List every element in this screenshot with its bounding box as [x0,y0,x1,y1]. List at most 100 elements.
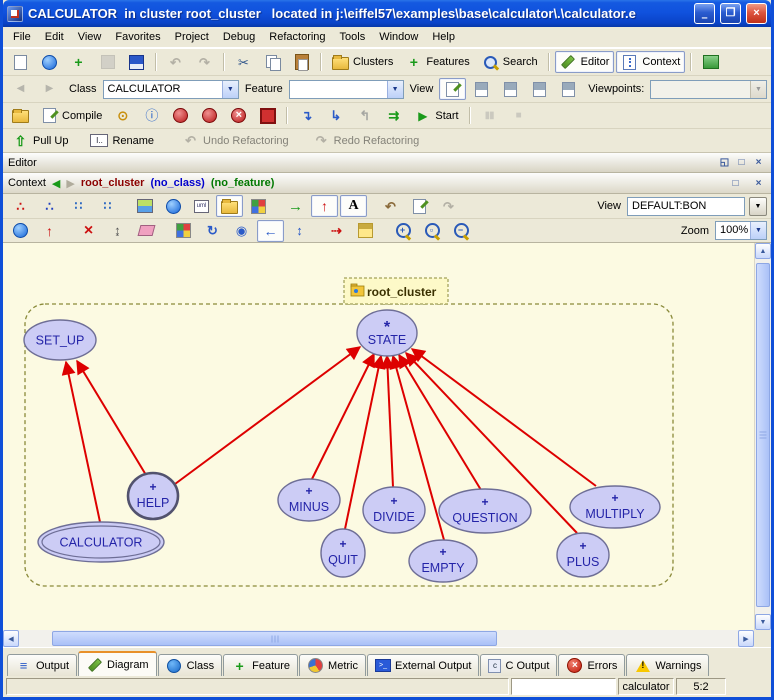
maximize-pane-icon[interactable]: □ [734,156,749,170]
paste-button[interactable] [288,51,315,73]
colors-button[interactable] [245,195,272,217]
close-pane-icon[interactable]: × [751,156,766,170]
class-node-multiply[interactable]: +MULTIPLY [570,486,660,528]
pull-up-button[interactable]: ⇧Pull Up [7,130,73,152]
view-interface-button[interactable] [555,78,582,100]
class-node-help[interactable]: +HELP [128,473,178,519]
compile-button[interactable]: Compile [36,105,107,127]
float-pane-icon[interactable]: ◱ [717,156,732,170]
client-supplier-tool-button[interactable]: → [282,195,309,217]
debug-run-button[interactable] [167,105,194,127]
create-inheritance-button[interactable]: ↑ [36,220,63,242]
menu-refactoring[interactable]: Refactoring [262,29,332,45]
clusters-button[interactable]: Clusters [327,51,398,73]
fill-colors-button[interactable] [170,220,197,242]
class-node-set_up[interactable]: SET_UP [24,320,96,360]
step-over-button[interactable]: ↳ [322,105,349,127]
cluster-layout-button[interactable]: ◉ [228,220,255,242]
horizontal-scroll-track[interactable] [19,630,738,647]
supplier-links-button[interactable]: ∷ [65,195,92,217]
save-all-button[interactable] [123,51,150,73]
vertical-scroll-thumb[interactable] [756,263,770,607]
rename-button[interactable]: I..Rename [85,131,159,150]
class-node-state[interactable]: *STATE [357,310,417,356]
diagram-view-dropdown-button[interactable]: ▼ [749,197,767,216]
view-flat-button[interactable] [468,78,495,100]
tab-feature[interactable]: +Feature [223,654,298,676]
relation-depth-button[interactable]: ⇢ [323,220,350,242]
cut-button[interactable]: ✂ [230,51,257,73]
step-into-button[interactable]: ↴ [293,105,320,127]
tab-external-output[interactable]: >_External Output [367,654,479,676]
open-button[interactable] [36,51,63,73]
breakpoints-button[interactable] [254,105,281,127]
zoom-fit-button[interactable]: ▫ [418,220,445,242]
export-image-button[interactable] [131,195,158,217]
class-node-minus[interactable]: +MINUS [278,479,340,521]
erase-button[interactable] [133,220,160,242]
layout-settings-button[interactable] [352,220,379,242]
menu-help[interactable]: Help [425,29,462,45]
minimize-button[interactable]: – [694,3,715,24]
text-tool-button[interactable]: A [340,195,367,217]
new-button[interactable] [7,51,34,73]
inheritance-arrow-help-to-state[interactable] [175,347,360,484]
tab-errors[interactable]: Errors [558,654,625,676]
menu-window[interactable]: Window [372,29,425,45]
context-back-icon[interactable]: ◀ [52,177,60,190]
horizontal-scroll-thumb[interactable] [52,631,497,646]
menu-view[interactable]: View [71,29,109,45]
menu-debug[interactable]: Debug [216,29,262,45]
uml-view-button[interactable]: uml [189,197,214,216]
tab-warnings[interactable]: Warnings [626,654,709,676]
features-button[interactable]: +Features [400,51,474,73]
view-clickable-button[interactable] [497,78,524,100]
cluster-hierarchy-button[interactable]: ∴ [36,195,63,217]
tab-metric[interactable]: Metric [299,654,366,676]
copy-button[interactable] [259,51,286,73]
zoom-out-button[interactable]: − [447,220,474,242]
precompile-button[interactable]: ⊙ [109,105,136,127]
tab-c-output[interactable]: cC Output [480,654,557,676]
show-clusters-button[interactable] [216,195,243,217]
close-button[interactable]: × [746,3,767,24]
context-feature-link[interactable]: (no_feature) [211,177,275,189]
add-button[interactable]: + [65,51,92,73]
class-node-calculator[interactable]: CALCULATOR [38,522,164,562]
rotate-button[interactable]: ↻ [199,220,226,242]
vertical-scrollbar[interactable]: ▲ ▼ [754,243,771,630]
feature-combobox[interactable]: ▼ [289,80,404,99]
class-node-divide[interactable]: +DIVIDE [363,487,425,533]
context-forward-icon[interactable]: ▶ [66,177,74,190]
scroll-left-icon[interactable]: ◀ [3,630,19,647]
editor-toggle[interactable]: Editor [555,51,615,73]
view-contract-button[interactable] [526,78,553,100]
project-settings-button[interactable] [7,105,34,127]
status-input-field[interactable] [511,678,616,695]
inheritance-tool-button[interactable]: ↑ [311,195,338,217]
menu-project[interactable]: Project [168,29,216,45]
scroll-down-icon[interactable]: ▼ [755,614,771,630]
search-button[interactable]: Search [477,51,543,73]
view-settings-button[interactable] [160,195,187,217]
back-layout-button[interactable]: ← [257,220,284,242]
menu-tools[interactable]: Tools [333,29,373,45]
class-combobox[interactable]: CALCULATOR▼ [103,80,239,99]
create-class-button[interactable] [7,220,34,242]
inheritance-arrow-multiply-to-state[interactable] [412,349,596,486]
debug-item-button[interactable] [196,105,223,127]
vertical-scroll-track[interactable] [755,259,771,614]
client-links-button[interactable]: ∷ [94,195,121,217]
debug-stop-button[interactable] [225,105,252,127]
sort-button[interactable]: ↕ [286,220,313,242]
project-info-button[interactable]: ⓘ [138,105,165,127]
view-editor-button[interactable] [439,78,466,100]
class-node-plus[interactable]: +PLUS [557,533,609,577]
tab-diagram[interactable]: Diagram [78,651,157,676]
menu-file[interactable]: File [6,29,38,45]
close-context-icon[interactable]: × [751,176,766,190]
inheritance-arrow-minus-to-state[interactable] [312,354,374,479]
menu-favorites[interactable]: Favorites [108,29,167,45]
export-button[interactable] [697,51,724,73]
scroll-right-icon[interactable]: ▶ [738,630,754,647]
